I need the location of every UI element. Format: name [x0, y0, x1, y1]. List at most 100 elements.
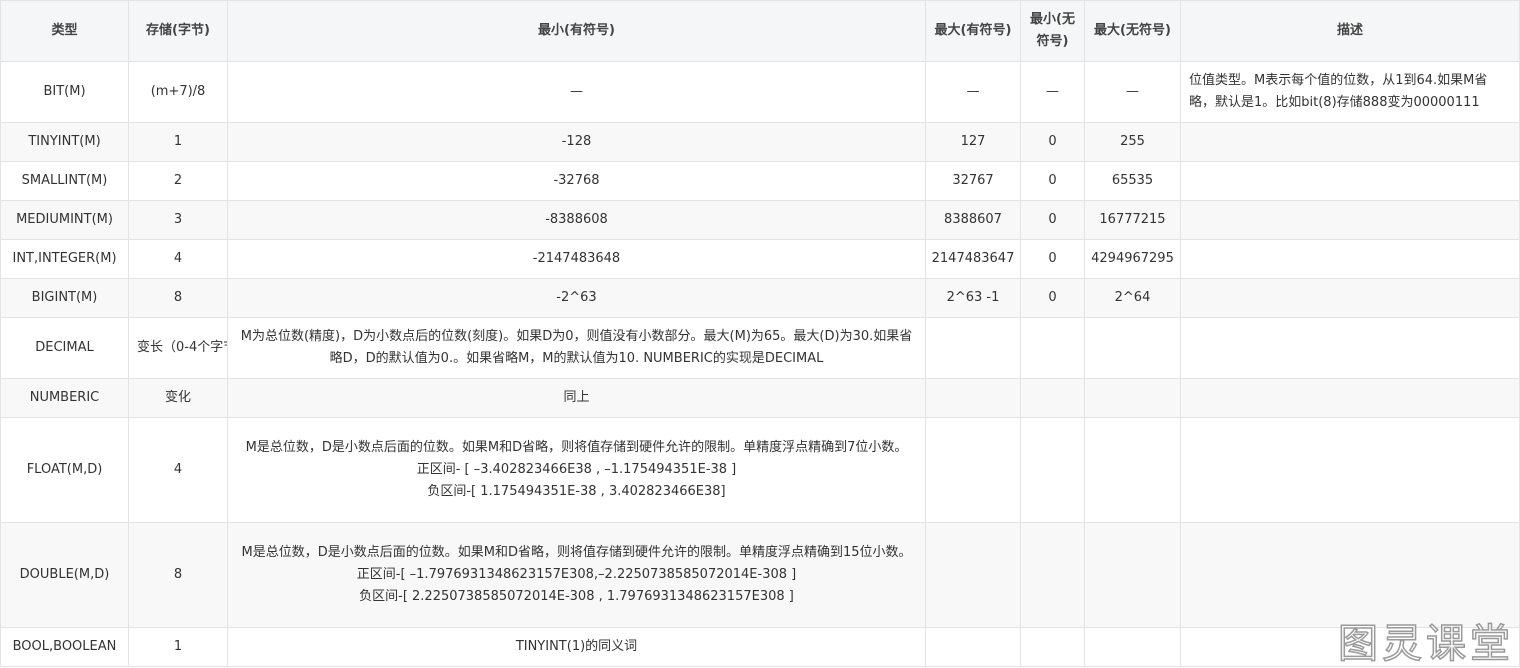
cell-max-unsigned — [1084, 417, 1181, 523]
cell-min-unsigned — [1020, 378, 1085, 418]
cell-min-unsigned — [1020, 417, 1085, 523]
cell-storage: 1 — [128, 627, 228, 667]
header-max-signed: 最大(有符号) — [925, 0, 1021, 62]
cell-max-unsigned: 2^64 — [1084, 278, 1181, 318]
cell-min-signed-line: 正区间-[ –1.7976931348623157E308,–2.2250738… — [356, 567, 797, 582]
cell-max-signed: 32767 — [925, 161, 1021, 201]
cell-min-signed-line: TINYINT(1)的同义词 — [515, 639, 638, 654]
table-row: BIT(M) (m+7)/8— — — — 位值类型。M表示每个值的位数，从1到64.如果… — [0, 61, 1520, 123]
cell-min-signed-line: 正区间- [ –3.402823466E38 , –1.175494351E-3… — [416, 462, 737, 477]
cell-min-unsigned: — — [1020, 61, 1085, 123]
cell-description: 位值类型。M表示每个值的位数，从1到64.如果M省略，默认是1。比如bit(8)… — [1180, 61, 1520, 123]
cell-type: NUMBERIC — [0, 378, 129, 418]
cell-storage: (m+7)/8 — [128, 61, 228, 123]
table-row: DOUBLE(M,D) 8 M是总位数，D是小数点后面的位数。如果M和D省略，则将值… — [0, 522, 1520, 628]
cell-description — [1180, 122, 1520, 162]
cell-description — [1180, 522, 1520, 628]
cell-max-unsigned: 255 — [1084, 122, 1181, 162]
table-row: NUMBERIC 变化 同上 — [0, 378, 1520, 418]
cell-max-signed: 8388607 — [925, 200, 1021, 240]
cell-max-unsigned: 4294967295 — [1084, 239, 1181, 279]
cell-max-signed — [925, 417, 1021, 523]
cell-min-signed-line: -128 — [561, 134, 592, 149]
cell-min-signed-line: -32768 — [553, 173, 600, 188]
cell-min-signed-line: 同上 — [563, 390, 590, 405]
cell-max-unsigned — [1084, 378, 1181, 418]
cell-min-signed: TINYINT(1)的同义词 — [227, 627, 926, 667]
cell-max-signed: 127 — [925, 122, 1021, 162]
cell-min-signed: -2147483648 — [227, 239, 926, 279]
cell-type: BOOL,BOOLEAN — [0, 627, 129, 667]
cell-max-signed: 2147483647 — [925, 239, 1021, 279]
cell-max-unsigned: — — [1084, 61, 1181, 123]
cell-description — [1180, 278, 1520, 318]
cell-min-signed: -128 — [227, 122, 926, 162]
cell-type: BIGINT(M) — [0, 278, 129, 318]
cell-min-unsigned: 0 — [1020, 122, 1085, 162]
cell-storage: 3 — [128, 200, 228, 240]
cell-description — [1180, 317, 1520, 379]
cell-min-unsigned — [1020, 522, 1085, 628]
cell-min-signed-line: M为总位数(精度)，D为小数点后的位数(刻度)。如果D为0，则值没有小数部分。最… — [240, 329, 913, 366]
header-type: 类型 — [0, 0, 129, 62]
header-min-unsigned: 最小(无符号) — [1020, 0, 1085, 62]
cell-type: DECIMAL — [0, 317, 129, 379]
cell-max-unsigned: 16777215 — [1084, 200, 1181, 240]
cell-storage: 8 — [128, 278, 228, 318]
cell-storage: 4 — [128, 239, 228, 279]
cell-min-signed-line: -8388608 — [545, 212, 608, 227]
cell-description — [1180, 161, 1520, 201]
cell-min-unsigned — [1020, 627, 1085, 667]
cell-max-unsigned: 65535 — [1084, 161, 1181, 201]
cell-storage: 变化 — [128, 378, 228, 418]
cell-storage: 2 — [128, 161, 228, 201]
cell-min-signed: -32768 — [227, 161, 926, 201]
header-min-signed: 最小(有符号) — [227, 0, 926, 62]
cell-storage: 8 — [128, 522, 228, 628]
table-row: INT,INTEGER(M) 4 -2147483648 2147483647 0 429… — [0, 239, 1520, 279]
cell-max-unsigned — [1084, 317, 1181, 379]
cell-storage: 4 — [128, 417, 228, 523]
cell-type: INT,INTEGER(M) — [0, 239, 129, 279]
cell-min-signed-line: M是总位数，D是小数点后面的位数。如果M和D省略，则将值存储到硬件允许的限制。单… — [245, 440, 908, 455]
cell-min-signed-line: — — [570, 84, 583, 99]
cell-type: SMALLINT(M) — [0, 161, 129, 201]
cell-description — [1180, 378, 1520, 418]
cell-min-signed-line: M是总位数，D是小数点后面的位数。如果M和D省略，则将值存储到硬件允许的限制。单… — [241, 545, 912, 560]
cell-max-unsigned — [1084, 522, 1181, 628]
cell-type: MEDIUMINT(M) — [0, 200, 129, 240]
cell-max-signed — [925, 627, 1021, 667]
cell-min-unsigned: 0 — [1020, 239, 1085, 279]
cell-max-signed — [925, 378, 1021, 418]
cell-description — [1180, 627, 1520, 667]
cell-type: FLOAT(M,D) — [0, 417, 129, 523]
cell-min-signed: -8388608 — [227, 200, 926, 240]
header-storage: 存储(字节) — [128, 0, 228, 62]
cell-max-signed — [925, 317, 1021, 379]
header-max-unsigned: 最大(无符号) — [1084, 0, 1181, 62]
cell-min-signed: 同上 — [227, 378, 926, 418]
cell-min-unsigned: 0 — [1020, 278, 1085, 318]
header-row: 类型 存储(字节) 最小(有符号) 最大(有符号) 最小(无符号) 最大(无符号… — [0, 0, 1520, 62]
cell-storage: 变长（0-4个字节) — [128, 317, 228, 379]
table-row: DECIMAL变长（0-4个字节) M为总位数(精度)，D为小数点后的位数(刻度)… — [0, 317, 1520, 379]
table-row: BIGINT(M) 8 -2^63 2^63 -1 0 2^64 — [0, 278, 1520, 318]
cell-min-signed: — — [227, 61, 926, 123]
cell-max-signed — [925, 522, 1021, 628]
mysql-numeric-types-table: 类型 存储(字节) 最小(有符号) 最大(有符号) 最小(无符号) 最大(无符号… — [0, 0, 1520, 667]
cell-min-signed-line: -2^63 — [556, 290, 597, 305]
table-row: MEDIUMINT(M) 3 -8388608 8388607 0 16777215 — [0, 200, 1520, 240]
cell-min-signed: M为总位数(精度)，D为小数点后的位数(刻度)。如果D为0，则值没有小数部分。最… — [227, 317, 926, 379]
header-description: 描述 — [1180, 0, 1520, 62]
cell-description — [1180, 200, 1520, 240]
cell-min-unsigned: 0 — [1020, 200, 1085, 240]
cell-max-unsigned — [1084, 627, 1181, 667]
table-row: TINYINT(M) 1 -128 127 0 255 — [0, 122, 1520, 162]
cell-min-signed: M是总位数，D是小数点后面的位数。如果M和D省略，则将值存储到硬件允许的限制。单… — [227, 522, 926, 628]
table-row: SMALLINT(M) 2 -32768 32767 0 65535 — [0, 161, 1520, 201]
cell-min-unsigned — [1020, 317, 1085, 379]
cell-description — [1180, 417, 1520, 523]
cell-type: DOUBLE(M,D) — [0, 522, 129, 628]
cell-min-signed-line: 负区间-[ 2.2250738585072014E-308 , 1.797693… — [359, 589, 794, 604]
cell-max-signed: — — [925, 61, 1021, 123]
